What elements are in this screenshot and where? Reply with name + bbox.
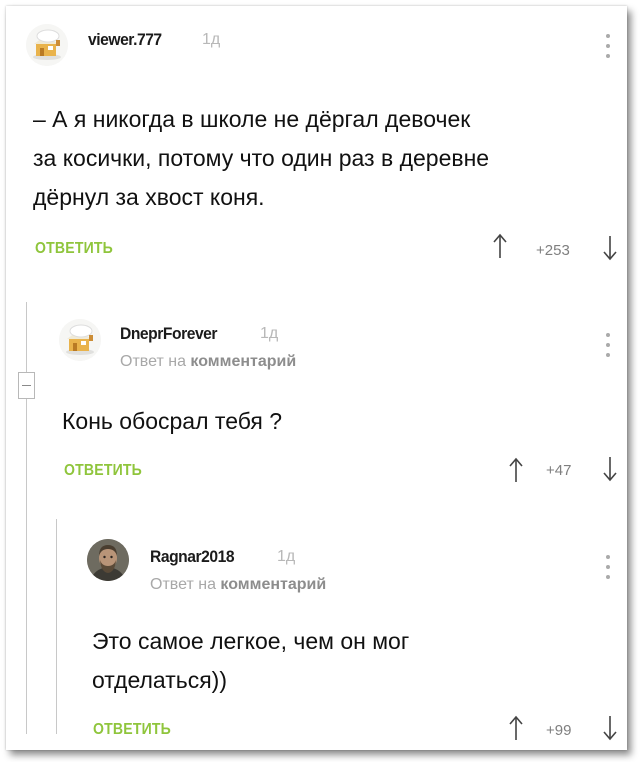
comment-age: 1д xyxy=(277,548,296,565)
reply-button[interactable]: ОТВЕТИТЬ xyxy=(64,462,142,480)
upvote-arrow-icon[interactable] xyxy=(509,715,523,741)
kebab-menu-icon[interactable] xyxy=(605,333,611,357)
default-house-avatar-icon[interactable] xyxy=(26,24,68,66)
comment-thread-card: viewer.777 1д – А я никогда в школе не д… xyxy=(6,6,627,750)
comment-text-line: за косички, потому что один раз в деревн… xyxy=(33,145,490,171)
comment-age: 1д xyxy=(202,31,221,48)
comment-text-line: Это самое легкое, чем он мог xyxy=(92,628,410,654)
thread-line xyxy=(26,302,27,734)
reply-button[interactable]: ОТВЕТИТЬ xyxy=(35,240,113,258)
kebab-menu-icon[interactable] xyxy=(605,555,611,579)
reply-button[interactable]: ОТВЕТИТЬ xyxy=(93,721,171,739)
reply-to-comment-link[interactable]: комментарий xyxy=(190,353,296,370)
reply-to-text: Ответ на комментарий xyxy=(150,576,327,593)
comment-rating: +253 xyxy=(536,242,570,259)
comment-text-line: Конь обосрал тебя ? xyxy=(62,408,283,434)
comment-rating: +47 xyxy=(546,462,572,479)
reply-to-text: Ответ на комментарий xyxy=(120,353,297,370)
thread-line xyxy=(56,519,57,734)
downvote-arrow-icon[interactable] xyxy=(603,715,617,741)
comment-rating: +99 xyxy=(546,722,572,739)
bearded-man-photo-avatar-icon[interactable] xyxy=(87,539,129,581)
downvote-arrow-icon[interactable] xyxy=(603,235,617,261)
reply-to-comment-link[interactable]: комментарий xyxy=(220,576,326,593)
comment-author-username[interactable]: viewer.777 xyxy=(88,30,162,50)
comment-text-line: отделаться)) xyxy=(92,667,228,693)
kebab-menu-icon[interactable] xyxy=(605,34,611,58)
downvote-arrow-icon[interactable] xyxy=(603,456,617,482)
upvote-arrow-icon[interactable] xyxy=(493,233,507,259)
upvote-arrow-icon[interactable] xyxy=(509,457,523,483)
comment-text-line: – А я никогда в школе не дёргал девочек xyxy=(33,106,471,132)
comment-age: 1д xyxy=(260,325,279,342)
default-house-avatar-icon[interactable] xyxy=(59,319,101,361)
collapse-thread-button[interactable] xyxy=(18,372,35,399)
comment-author-username[interactable]: DneprForever xyxy=(120,324,218,344)
comment-author-username[interactable]: Ragnar2018 xyxy=(150,547,235,567)
comment-text-line: дёрнул за хвост коня. xyxy=(33,184,265,210)
